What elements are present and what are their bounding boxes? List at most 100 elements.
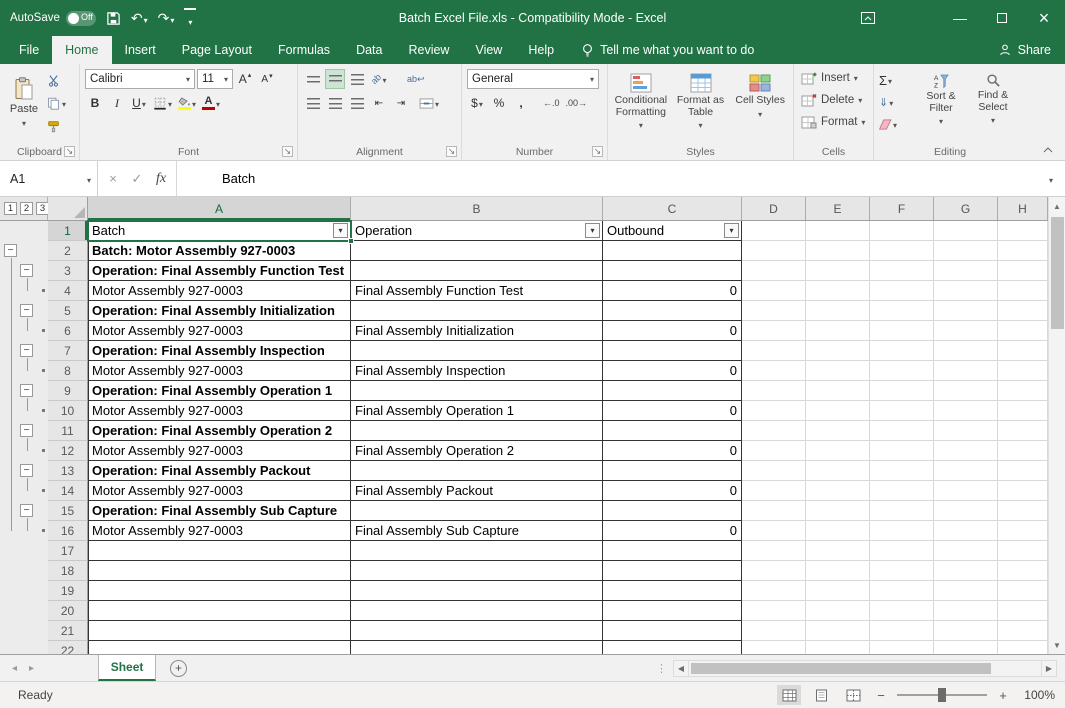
delete-cells-button[interactable]: Delete bbox=[797, 89, 870, 111]
cell-a19[interactable] bbox=[88, 581, 351, 601]
scroll-left-button[interactable]: ◀ bbox=[673, 660, 689, 677]
collapse-ribbon-button[interactable] bbox=[1043, 142, 1053, 156]
cell-g11[interactable] bbox=[934, 421, 998, 441]
page-layout-view-button[interactable] bbox=[809, 685, 833, 705]
align-left-button[interactable] bbox=[303, 93, 323, 113]
cell-styles-button[interactable]: Cell Styles bbox=[730, 67, 790, 143]
ribbon-display-options-button[interactable] bbox=[847, 0, 889, 36]
clear-dropdown-icon[interactable] bbox=[893, 117, 897, 131]
cell-f21[interactable] bbox=[870, 621, 934, 641]
cell-c2[interactable] bbox=[603, 241, 742, 261]
cell-e2[interactable] bbox=[806, 241, 870, 261]
row-header-14[interactable]: 14 bbox=[48, 481, 88, 501]
tab-home[interactable]: Home bbox=[52, 36, 111, 64]
name-box[interactable]: A1 bbox=[0, 161, 98, 196]
font-name-dropdown-icon[interactable] bbox=[186, 73, 190, 85]
outline-collapse-button-row-11[interactable]: − bbox=[20, 424, 33, 437]
number-format-select[interactable]: General bbox=[467, 69, 599, 89]
outline-collapse-button-row-15[interactable]: − bbox=[20, 504, 33, 517]
scroll-up-button[interactable]: ▲ bbox=[1049, 197, 1065, 215]
cell-g8[interactable] bbox=[934, 361, 998, 381]
cell-e10[interactable] bbox=[806, 401, 870, 421]
borders-dropdown-icon[interactable] bbox=[168, 96, 172, 110]
cell-g17[interactable] bbox=[934, 541, 998, 561]
cell-h19[interactable] bbox=[998, 581, 1048, 601]
cell-c13[interactable] bbox=[603, 461, 742, 481]
cell-a2[interactable]: Batch: Motor Assembly 927-0003 bbox=[88, 241, 351, 261]
cell-c7[interactable] bbox=[603, 341, 742, 361]
format-cells-dropdown-icon[interactable] bbox=[861, 116, 865, 128]
wrap-text-button[interactable]: ab↩ bbox=[405, 69, 427, 89]
find-select-button[interactable]: Find & Select bbox=[967, 67, 1019, 143]
redo-dropdown-icon[interactable] bbox=[170, 10, 174, 26]
tab-view[interactable]: View bbox=[462, 36, 515, 64]
row-header-13[interactable]: 13 bbox=[48, 461, 88, 481]
cell-a20[interactable] bbox=[88, 601, 351, 621]
font-dialog-launcher[interactable]: ↘ bbox=[282, 146, 293, 157]
horizontal-scroll-track[interactable] bbox=[689, 660, 1041, 677]
cell-f13[interactable] bbox=[870, 461, 934, 481]
underline-button[interactable]: U bbox=[129, 93, 149, 113]
cell-g5[interactable] bbox=[934, 301, 998, 321]
cell-c8[interactable]: 0 bbox=[603, 361, 742, 381]
cell-a9[interactable]: Operation: Final Assembly Operation 1 bbox=[88, 381, 351, 401]
cell-g10[interactable] bbox=[934, 401, 998, 421]
cell-b1[interactable]: Operation bbox=[351, 221, 603, 241]
cell-b7[interactable] bbox=[351, 341, 603, 361]
cell-c14[interactable]: 0 bbox=[603, 481, 742, 501]
cell-b14[interactable]: Final Assembly Packout bbox=[351, 481, 603, 501]
cell-d19[interactable] bbox=[742, 581, 806, 601]
cell-e8[interactable] bbox=[806, 361, 870, 381]
tab-file[interactable]: File bbox=[6, 36, 52, 64]
scroll-right-button[interactable]: ▶ bbox=[1041, 660, 1057, 677]
cell-b9[interactable] bbox=[351, 381, 603, 401]
fill-color-dropdown-icon[interactable] bbox=[192, 96, 196, 110]
cell-h20[interactable] bbox=[998, 601, 1048, 621]
cell-e19[interactable] bbox=[806, 581, 870, 601]
cell-d6[interactable] bbox=[742, 321, 806, 341]
cell-h4[interactable] bbox=[998, 281, 1048, 301]
cell-h11[interactable] bbox=[998, 421, 1048, 441]
cell-a13[interactable]: Operation: Final Assembly Packout bbox=[88, 461, 351, 481]
sort-filter-dropdown-icon[interactable] bbox=[939, 116, 943, 128]
cell-e6[interactable] bbox=[806, 321, 870, 341]
accounting-dropdown-icon[interactable] bbox=[479, 96, 483, 110]
cell-e13[interactable] bbox=[806, 461, 870, 481]
cell-b12[interactable]: Final Assembly Operation 2 bbox=[351, 441, 603, 461]
cell-b5[interactable] bbox=[351, 301, 603, 321]
row-header-18[interactable]: 18 bbox=[48, 561, 88, 581]
cell-h1[interactable] bbox=[998, 221, 1048, 241]
font-color-button[interactable]: A bbox=[200, 93, 222, 113]
find-select-dropdown-icon[interactable] bbox=[991, 115, 995, 127]
undo-button[interactable]: ↶ bbox=[131, 10, 148, 27]
cell-c21[interactable] bbox=[603, 621, 742, 641]
minimize-button[interactable]: — bbox=[939, 0, 981, 36]
cell-c6[interactable]: 0 bbox=[603, 321, 742, 341]
sheet-tab[interactable]: Sheet bbox=[98, 655, 156, 681]
cell-h10[interactable] bbox=[998, 401, 1048, 421]
paste-dropdown-icon[interactable] bbox=[22, 117, 26, 129]
number-format-dropdown-icon[interactable] bbox=[590, 73, 594, 85]
cell-f16[interactable] bbox=[870, 521, 934, 541]
outline-collapse-button-row-2[interactable]: − bbox=[4, 244, 17, 257]
zoom-level[interactable]: 100% bbox=[1019, 688, 1055, 702]
cell-d15[interactable] bbox=[742, 501, 806, 521]
cell-c20[interactable] bbox=[603, 601, 742, 621]
cell-e16[interactable] bbox=[806, 521, 870, 541]
cell-c9[interactable] bbox=[603, 381, 742, 401]
cell-f3[interactable] bbox=[870, 261, 934, 281]
cell-e21[interactable] bbox=[806, 621, 870, 641]
alignment-dialog-launcher[interactable]: ↘ bbox=[446, 146, 457, 157]
copy-dropdown-icon[interactable] bbox=[62, 96, 66, 110]
top-align-button[interactable] bbox=[303, 69, 323, 89]
row-header-22[interactable]: 22 bbox=[48, 641, 88, 654]
cell-h9[interactable] bbox=[998, 381, 1048, 401]
row-header-10[interactable]: 10 bbox=[48, 401, 88, 421]
column-header-c[interactable]: C bbox=[603, 197, 742, 220]
vertical-scroll-thumb[interactable] bbox=[1051, 217, 1064, 329]
cell-f7[interactable] bbox=[870, 341, 934, 361]
cell-b6[interactable]: Final Assembly Initialization bbox=[351, 321, 603, 341]
cell-h3[interactable] bbox=[998, 261, 1048, 281]
cell-f12[interactable] bbox=[870, 441, 934, 461]
row-header-2[interactable]: 2 bbox=[48, 241, 88, 261]
